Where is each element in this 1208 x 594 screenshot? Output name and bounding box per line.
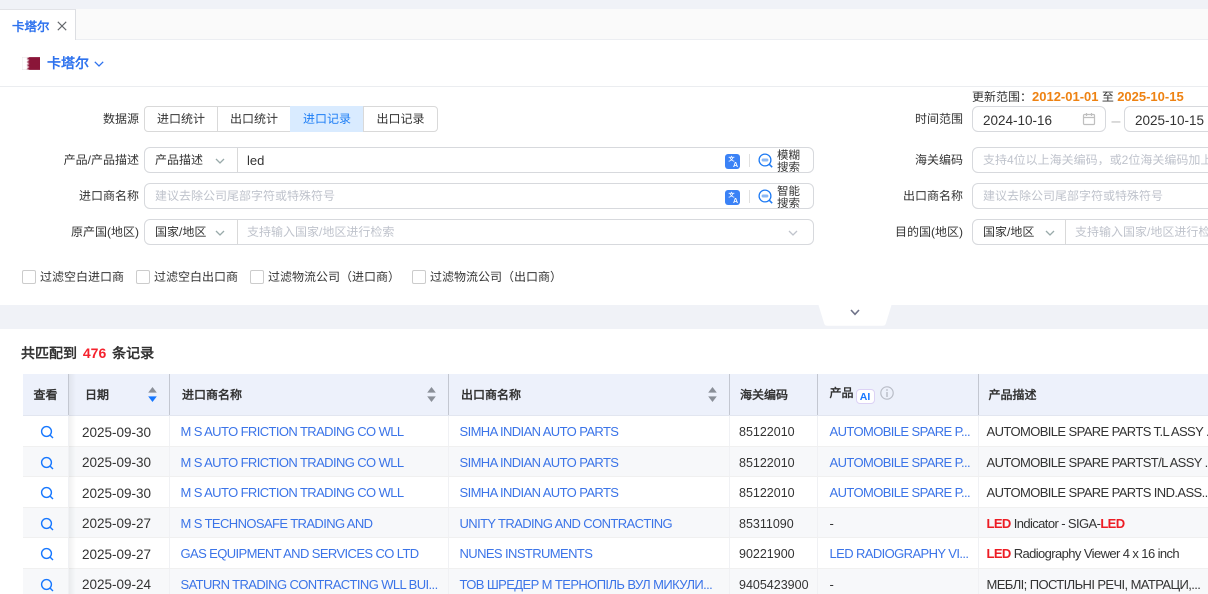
- svg-text:A: A: [733, 160, 738, 169]
- svg-text:A: A: [733, 196, 738, 205]
